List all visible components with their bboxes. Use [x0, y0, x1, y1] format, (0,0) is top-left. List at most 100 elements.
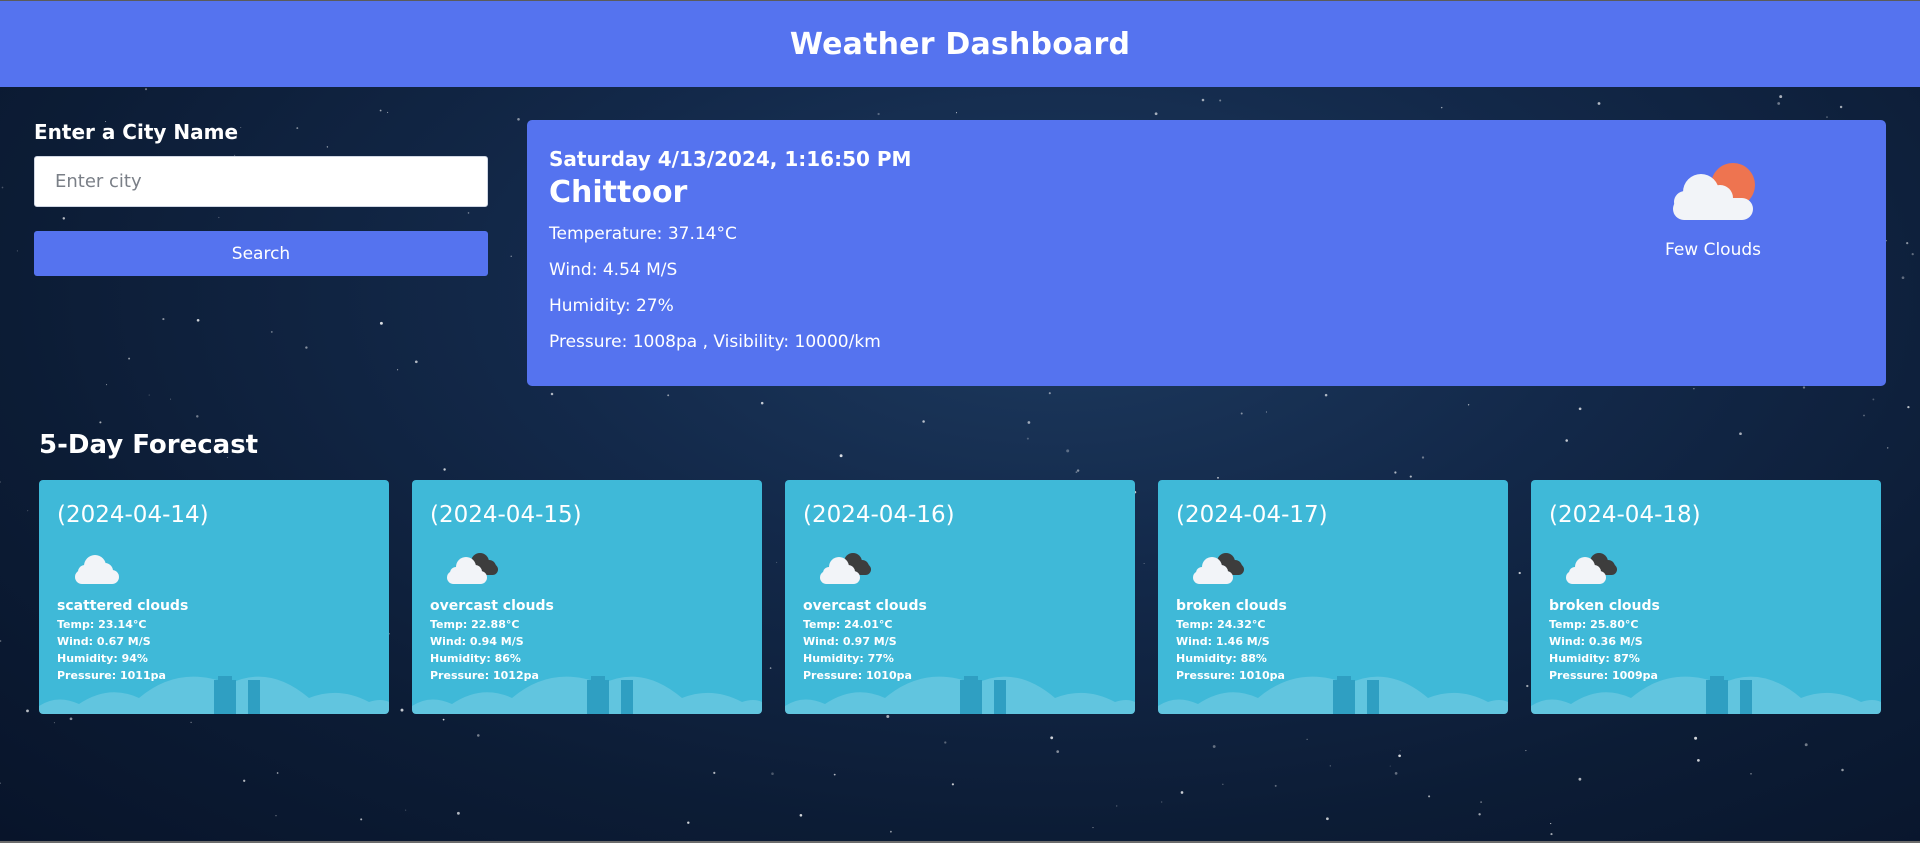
- star-dot: [1863, 414, 1865, 417]
- star-dot: [510, 255, 512, 257]
- star-dot: [99, 421, 102, 424]
- forecast-pressure: Pressure: 1010pa: [803, 669, 912, 682]
- star-dot: [1802, 386, 1806, 389]
- star-dot: [1839, 105, 1843, 109]
- forecast-pressure: Pressure: 1012pa: [430, 669, 539, 682]
- forecast-temp: Temp: 22.88°C: [430, 618, 520, 631]
- forecast-temp: Temp: 23.14°C: [57, 618, 147, 631]
- forecast-temp: Temp: 24.32°C: [1176, 618, 1266, 631]
- star-dot: [1826, 116, 1828, 118]
- star-dot: [1841, 768, 1844, 772]
- star-dot: [1092, 827, 1094, 829]
- current-condition-label: Few Clouds: [1664, 240, 1762, 260]
- star-dot: [16, 250, 18, 252]
- forecast-date: (2024-04-18): [1549, 502, 1701, 528]
- star-dot: [1306, 738, 1308, 741]
- star-dot: [53, 722, 55, 724]
- star-dot: [270, 330, 273, 333]
- search-panel: Enter a City Name Search: [34, 120, 488, 276]
- star-dot: [890, 830, 892, 833]
- app-header: Weather Dashboard: [0, 1, 1920, 87]
- forecast-pressure: Pressure: 1009pa: [1549, 669, 1658, 682]
- star-dot: [360, 818, 363, 821]
- star-dot: [771, 772, 774, 775]
- star-dot: [1, 186, 4, 189]
- forecast-humidity: Humidity: 77%: [803, 652, 894, 665]
- star-dot: [1394, 772, 1398, 775]
- star-dot: [1578, 777, 1582, 781]
- broken-clouds-icon: [1566, 553, 1617, 584]
- star-dot: [1907, 405, 1910, 409]
- star-dot: [922, 420, 925, 423]
- forecast-humidity: Humidity: 87%: [1549, 652, 1640, 665]
- star-dot: [1779, 95, 1783, 99]
- current-condition: Few Clouds: [1628, 160, 1798, 260]
- star-dot: [550, 392, 554, 396]
- star-dot: [799, 814, 803, 817]
- star-dot: [243, 779, 246, 782]
- forecast-humidity: Humidity: 88%: [1176, 652, 1267, 665]
- few-clouds-day-icon: [1673, 163, 1755, 220]
- star-dot: [1578, 407, 1582, 411]
- star-dot: [1161, 801, 1163, 803]
- star-dot: [379, 321, 383, 325]
- star-dot: [1212, 745, 1216, 748]
- star-dot: [1222, 783, 1224, 785]
- forecast-description: overcast clouds: [430, 598, 554, 614]
- star-dot: [687, 821, 690, 824]
- star-dot: [1693, 388, 1695, 390]
- forecast-description: overcast clouds: [803, 598, 927, 614]
- star-dot: [1777, 102, 1781, 105]
- star-dot: [1115, 805, 1118, 807]
- star-dot: [1597, 102, 1601, 105]
- star-dot: [1026, 437, 1029, 440]
- star-dot: [1399, 750, 1401, 752]
- star-dot: [1075, 471, 1078, 473]
- city-search-input[interactable]: [34, 156, 488, 207]
- current-wind: Wind: 4.54 M/S: [549, 260, 678, 280]
- current-pressure-visibility: Pressure: 1008pa , Visibility: 10000/km: [549, 332, 881, 352]
- star-dot: [170, 398, 172, 400]
- forecast-wind: Wind: 0.36 M/S: [1549, 635, 1643, 648]
- broken-clouds-icon: [1193, 553, 1244, 584]
- star-dot: [69, 717, 73, 721]
- star-dot: [1550, 833, 1553, 836]
- star-dot: [1550, 823, 1552, 825]
- star-dot: [1394, 471, 1397, 474]
- star-dot: [196, 415, 199, 418]
- current-humidity: Humidity: 27%: [549, 296, 674, 316]
- forecast-humidity: Humidity: 86%: [430, 652, 521, 665]
- star-dot: [1274, 784, 1277, 787]
- star-dot: [877, 112, 880, 116]
- search-button[interactable]: Search: [34, 231, 488, 276]
- star-dot: [0, 782, 1, 784]
- star-dot: [760, 401, 764, 405]
- star-dot: [1694, 736, 1698, 740]
- star-dot: [0, 481, 1, 483]
- star-dot: [1906, 241, 1909, 245]
- star-dot: [442, 718, 445, 721]
- star-dot: [713, 771, 716, 774]
- star-dot: [196, 318, 200, 322]
- star-dot: [276, 772, 279, 774]
- star-dot: [1050, 736, 1054, 740]
- star-dot: [1440, 106, 1443, 109]
- star-dot: [1467, 404, 1470, 406]
- forecast-card: (2024-04-18) broken clouds Temp: 25.80°C…: [1531, 480, 1881, 714]
- star-dot: [1887, 447, 1889, 449]
- star-dot: [1525, 750, 1527, 752]
- star-dot: [1804, 743, 1808, 747]
- star-dot: [1409, 475, 1412, 478]
- star-dot: [1265, 411, 1267, 413]
- forecast-card: (2024-04-16) overcast clouds Temp: 24.01…: [785, 480, 1135, 714]
- forecast-description: scattered clouds: [57, 598, 189, 614]
- star-dot: [955, 112, 958, 114]
- star-dot: [944, 741, 947, 744]
- forecast-temp: Temp: 25.80°C: [1549, 618, 1639, 631]
- forecast-pressure: Pressure: 1010pa: [1176, 669, 1285, 682]
- star-dot: [1219, 99, 1222, 102]
- forecast-wind: Wind: 0.94 M/S: [430, 635, 524, 648]
- forecast-date: (2024-04-15): [430, 502, 582, 528]
- star-dot: [1911, 253, 1914, 256]
- star-dot: [1217, 476, 1219, 479]
